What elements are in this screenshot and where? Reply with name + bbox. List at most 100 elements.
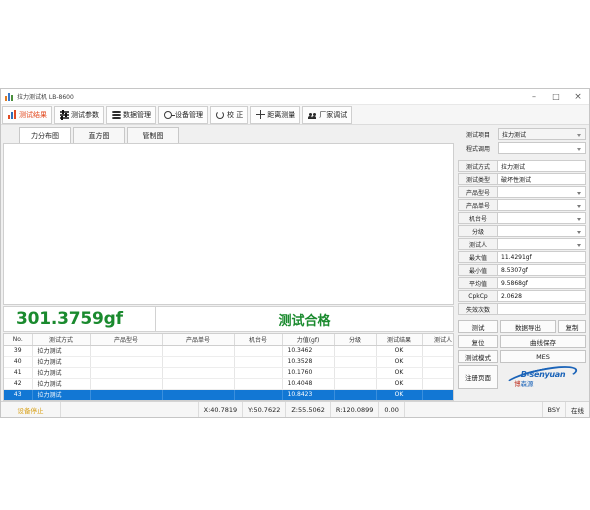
table-cell-result: OK <box>376 389 423 400</box>
close-icon[interactable]: × <box>567 89 589 104</box>
test-mode-button[interactable]: 测试模式 <box>458 350 498 363</box>
parameter-label: 测试人 <box>458 238 498 250</box>
results-table-container: No.测试方式产品型号产品单号机台号力值(gf)分级测试结果测试人测试时间 39… <box>3 333 454 401</box>
coordinate-y: Y:50.7622 <box>243 402 287 417</box>
table-cell-order <box>162 389 235 400</box>
toolbar-button-distance-measure[interactable]: 距离测量 <box>250 105 301 124</box>
tab-histogram[interactable]: 直方图 <box>73 127 125 143</box>
parameter-label: 平均值 <box>458 277 498 289</box>
toolbar-button-test-results[interactable]: 测试结果 <box>2 105 52 124</box>
toolbar-label: 数据管理 <box>123 110 151 119</box>
parameter-value: 破坏性测试 <box>498 173 586 185</box>
parameter-row: 最小值 8.5307gf <box>458 264 586 276</box>
table-row[interactable]: 40拉力测试10.3528OK16:16:15 <box>4 356 453 368</box>
test-button[interactable]: 测试 <box>458 320 498 333</box>
table-cell-grade <box>334 389 377 400</box>
table-header-cell[interactable]: No. <box>4 334 33 346</box>
parameter-select[interactable] <box>498 225 586 237</box>
parameter-value: 8.5307gf <box>498 264 586 276</box>
title-bar: 拉力测试机 LB-8600 – □ × <box>1 89 589 105</box>
table-body: 39拉力测试10.3462OK16:16:1040拉力测试10.3528OK16… <box>4 345 453 400</box>
parameter-row: 机台号 <box>458 212 586 224</box>
table-cell-result: OK <box>376 378 423 390</box>
table-cell-result: OK <box>376 367 423 379</box>
table-header-cell[interactable]: 测试人 <box>422 334 453 346</box>
table-header-cell[interactable]: 力值(gf) <box>282 334 335 346</box>
table-cell-force: 10.8423 <box>282 389 335 400</box>
parameter-label: 最大值 <box>458 251 498 263</box>
parameter-value <box>498 303 586 315</box>
extra-value: 0.00 <box>379 402 405 417</box>
reset-button[interactable]: 复位 <box>458 335 498 348</box>
parameter-row: 测试人 <box>458 238 586 250</box>
toolbar-button-calibration[interactable]: 校 正 <box>210 105 249 124</box>
table-header-cell[interactable]: 产品单号 <box>162 334 235 346</box>
table-cell-grade <box>334 367 377 379</box>
test-item-row: 测试项目 拉力测试 <box>458 128 586 140</box>
table-cell-order <box>162 356 235 368</box>
table-cell-grade <box>334 356 377 368</box>
company-logo: B-senyuan 博森源 <box>500 365 586 389</box>
application-window: 拉力测试机 LB-8600 – □ × 测试结果 测试参数 数据管理 设备管理 … <box>0 88 590 418</box>
table-row[interactable]: 42拉力测试10.4048OK16:16:30 <box>4 378 453 390</box>
table-row[interactable]: 41拉力测试10.1760OK16:16:21 <box>4 367 453 379</box>
table-cell-result: OK <box>376 345 423 357</box>
table-cell-method: 拉力测试 <box>32 367 91 379</box>
table-cell-no: 41 <box>4 367 33 379</box>
table-header-cell[interactable]: 机台号 <box>234 334 283 346</box>
table-header-cell[interactable]: 分级 <box>334 334 377 346</box>
parameter-label: 最小值 <box>458 264 498 276</box>
results-table[interactable]: No.测试方式产品型号产品单号机台号力值(gf)分级测试结果测试人测试时间 39… <box>4 334 453 400</box>
parameter-label: 产品单号 <box>458 199 498 211</box>
parameter-select[interactable] <box>498 186 586 198</box>
parameter-label: 产品型号 <box>458 186 498 198</box>
toolbar-label: 测试结果 <box>19 110 47 119</box>
table-cell-tester <box>422 356 453 368</box>
table-row[interactable]: 39拉力测试10.3462OK16:16:10 <box>4 345 453 357</box>
table-cell-machine <box>234 345 283 357</box>
table-cell-tester <box>422 345 453 357</box>
live-readout-panel: 301.3759gf 测试合格 <box>3 306 454 332</box>
table-cell-order <box>162 378 235 390</box>
tab-control-chart[interactable]: 管制图 <box>127 127 179 143</box>
table-header-cell[interactable]: 产品型号 <box>90 334 163 346</box>
parameter-row: 平均值 9.5868gf <box>458 277 586 289</box>
parameter-row: 最大值 11.4291gf <box>458 251 586 263</box>
coordinate-r: R:120.0899 <box>331 402 380 417</box>
copy-button[interactable]: 复制 <box>558 320 586 333</box>
toolbar-button-device-management[interactable]: 设备管理 <box>158 105 208 124</box>
device-status: 设备停止 <box>1 402 61 417</box>
toolbar-button-data-management[interactable]: 数据管理 <box>106 105 156 124</box>
table-header-cell[interactable]: 测试结果 <box>376 334 423 346</box>
toolbar-button-factory-debug[interactable]: 厂家调试 <box>302 105 353 124</box>
parameter-select[interactable] <box>498 238 586 250</box>
parameter-label: CpkCp <box>458 290 498 302</box>
test-item-select[interactable]: 拉力测试 <box>498 128 586 140</box>
parameter-value: 2.0628 <box>498 290 586 302</box>
program-call-select[interactable] <box>498 142 586 154</box>
register-page-button[interactable]: 注册页面 <box>458 365 498 389</box>
bsy-indicator: BSY <box>543 402 566 417</box>
table-header-cell[interactable]: 测试方式 <box>32 334 91 346</box>
mes-button[interactable]: MES <box>500 350 586 363</box>
app-logo-icon <box>5 92 14 101</box>
parameter-select[interactable] <box>498 199 586 211</box>
table-cell-method: 拉力测试 <box>32 345 91 357</box>
parameter-value: 11.4291gf <box>498 251 586 263</box>
tab-force-distribution[interactable]: 力分布图 <box>19 127 71 143</box>
export-data-button[interactable]: 数据导出 <box>500 320 556 333</box>
database-icon <box>111 110 121 120</box>
table-row[interactable]: 43拉力测试10.8423OK16:16:34 <box>4 389 453 400</box>
minimize-icon[interactable]: – <box>523 89 545 104</box>
table-cell-tester <box>422 389 453 400</box>
parameter-select[interactable] <box>498 212 586 224</box>
table-cell-no: 40 <box>4 356 33 368</box>
save-curve-button[interactable]: 曲线保存 <box>500 335 586 348</box>
action-button-group: 测试 数据导出 复制 复位 曲线保存 测试模式 MES 注册页面 B-senyu <box>458 320 586 389</box>
parameter-row: 测试类型 破坏性测试 <box>458 173 586 185</box>
force-distribution-chart-canvas[interactable] <box>3 143 454 305</box>
parameter-row: CpkCp 2.0628 <box>458 290 586 302</box>
maximize-icon[interactable]: □ <box>545 89 567 104</box>
toolbar-button-test-params[interactable]: 测试参数 <box>54 105 104 124</box>
toolbar-label: 设备管理 <box>175 110 203 119</box>
